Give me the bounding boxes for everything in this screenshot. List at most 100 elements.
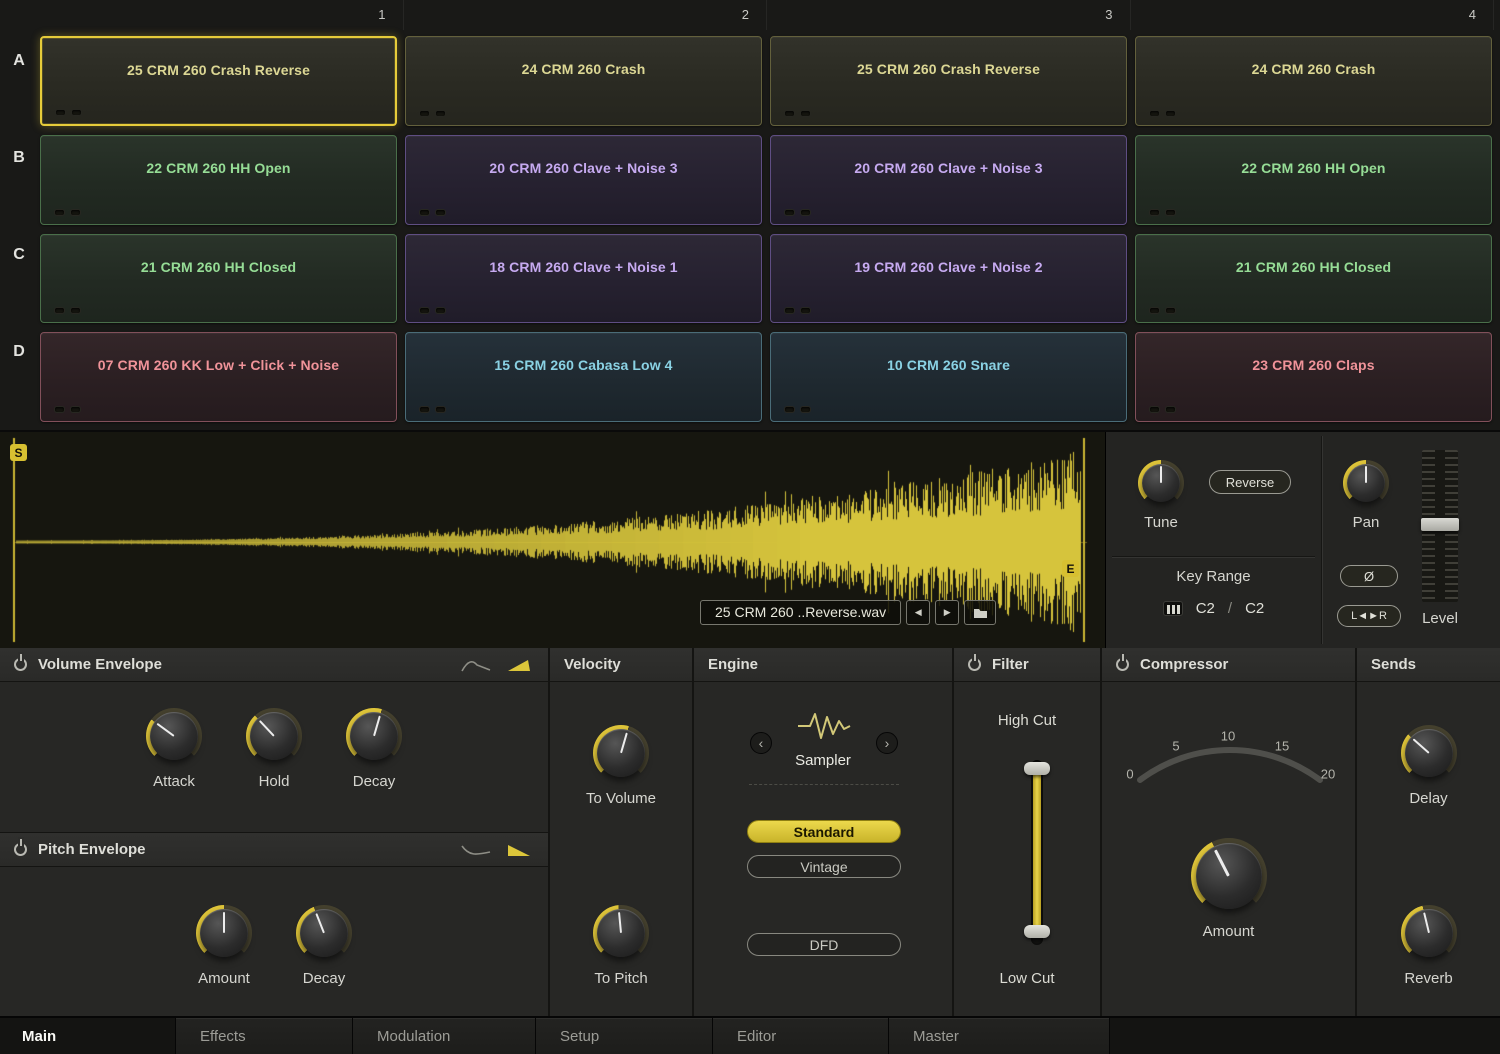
hold-knob[interactable] [246,708,302,764]
cell-leds [419,307,446,315]
cell-leds [419,208,446,216]
pad-cell-c4[interactable]: 21 CRM 260 HH Closed [1135,233,1492,324]
volume-envelope-body: Attack Hold Decay [0,682,548,831]
tab-modulation[interactable]: Modulation [352,1018,535,1054]
tab-master[interactable]: Master [888,1018,1110,1054]
delay-send-knob[interactable] [1400,725,1457,781]
to-pitch-knob[interactable] [593,905,649,961]
pad-cell-b4[interactable]: 22 CRM 260 HH Open [1135,134,1492,225]
engine-prev-button[interactable]: ‹ [750,732,772,754]
envelope-shape-ahd-icon[interactable] [460,657,492,673]
power-icon[interactable] [968,658,981,671]
envelope-shape-ramp-icon[interactable] [506,657,534,673]
high-cut-handle[interactable] [1024,762,1050,775]
pad-cell-a3[interactable]: 25 CRM 260 Crash Reverse [770,36,1127,126]
engine-mode-label[interactable]: Sampler [694,752,952,769]
pad-cell-b2[interactable]: 20 CRM 260 Clave + Noise 3 [405,134,762,225]
velocity-body: To Volume To Pitch [550,682,692,1015]
column-header-4: 4 [1131,0,1494,30]
cell-leds [784,307,811,315]
tab-editor[interactable]: Editor [712,1018,888,1054]
attack-knob[interactable] [146,708,202,764]
pan-knob[interactable] [1343,460,1389,506]
row-header-c: C [13,246,25,263]
pad-cell-label: 15 CRM 260 Cabasa Low 4 [494,357,673,374]
phase-invert-button[interactable]: Ø [1340,565,1398,587]
cell-leds [784,406,811,413]
pitch-amount-knob-unit: Amount [196,905,252,987]
power-icon[interactable] [1116,658,1129,671]
filter-body: High Cut Low Cut [954,682,1100,1015]
power-icon[interactable] [14,658,27,671]
pitch-amount-knob[interactable] [196,905,252,961]
key-range-low[interactable]: C2 [1196,600,1215,617]
pad-cell-label: 24 CRM 260 Crash [521,61,646,77]
pad-cell-d2[interactable]: 15 CRM 260 Cabasa Low 4 [405,332,762,422]
pad-cell-c1[interactable]: 21 CRM 260 HH Closed [40,233,397,324]
next-sample-button[interactable]: ▶ [935,600,960,625]
reverse-button[interactable]: Reverse [1209,470,1291,494]
low-cut-handle[interactable] [1024,925,1050,938]
sample-end-marker[interactable]: E [1062,560,1079,577]
reverb-send-knob[interactable] [1400,905,1457,961]
low-cut-label: Low Cut [999,970,1055,987]
cell-leds [1149,208,1176,216]
edit-panels: Volume Envelope Attack Hold Decay Pitch … [0,648,1500,1016]
pitch-decay-knob[interactable] [296,905,352,961]
pad-cell-d3[interactable]: 10 CRM 260 Snare [770,332,1127,422]
pad-cell-b1[interactable]: 22 CRM 260 HH Open [40,134,397,225]
envelope-shape-dip-icon[interactable] [460,842,492,858]
engine-body: ‹ › Sampler Standard Vintage DFD [694,682,952,1015]
pitch-amount-label: Amount [198,970,250,987]
sends-header: Sends [1357,648,1500,682]
engine-dfd-button[interactable]: DFD [747,933,901,956]
stereo-swap-button[interactable]: L◄►R [1337,605,1401,627]
cell-leds [54,406,81,413]
envelope-shape-fall-icon[interactable] [506,842,534,858]
pad-cell-label: 23 CRM 260 Claps [1252,357,1375,374]
pad-cell-c3[interactable]: 19 CRM 260 Clave + Noise 2 [770,233,1127,324]
tab-main[interactable]: Main [0,1018,175,1054]
decay-knob[interactable] [346,708,402,764]
to-volume-knob[interactable] [593,725,649,781]
pad-cell-a2[interactable]: 24 CRM 260 Crash [405,36,762,126]
folder-icon [973,608,987,618]
compressor-amount-knob[interactable] [1190,838,1267,914]
pad-cell-a1[interactable]: 25 CRM 260 Crash Reverse [40,36,397,126]
filter-title: Filter [992,656,1029,673]
cell-leds [419,109,446,117]
power-icon[interactable] [14,843,27,856]
engine-standard-button[interactable]: Standard [747,820,901,843]
tab-effects[interactable]: Effects [175,1018,352,1054]
level-label: Level [1422,610,1458,627]
previous-sample-button[interactable]: ◀ [906,600,931,625]
pad-cell-label: 22 CRM 260 HH Open [146,159,291,176]
sends-title: Sends [1371,656,1417,673]
tab-setup[interactable]: Setup [535,1018,712,1054]
engine-vintage-button[interactable]: Vintage [747,855,901,878]
pad-cell-b3[interactable]: 20 CRM 260 Clave + Noise 3 [770,134,1127,225]
decay-knob-unit: Decay [346,708,402,790]
sample-start-marker[interactable]: S [10,444,27,461]
pitch-envelope-section: Pitch Envelope Amount Decay [0,832,548,1016]
sampler-waveform-icon [798,713,851,739]
pad-cell-c2[interactable]: 18 CRM 260 Clave + Noise 1 [405,233,762,324]
engine-next-button[interactable]: › [876,732,898,754]
waveform-section: S E 25 CRM 260 ..Reverse.wav ◀ ▶ Tune Re… [0,430,1500,648]
compressor-body: 0 5 10 15 20 Amount [1102,682,1355,1015]
pitch-decay-knob-unit: Decay [296,905,352,987]
tune-knob[interactable] [1138,460,1184,506]
drum-sampler-app: 1 2 3 4 A B C D 25 CRM 260 Crash Reverse… [0,0,1500,1054]
engine-title: Engine [708,656,759,673]
column-headers: 1 2 3 4 [40,0,1494,30]
pad-cell-d1[interactable]: 07 CRM 260 KK Low + Click + Noise [40,332,397,422]
sample-file-name[interactable]: 25 CRM 260 ..Reverse.wav [700,600,902,625]
pad-cell-d4[interactable]: 23 CRM 260 Claps [1135,332,1492,422]
pad-cell-label: 20 CRM 260 Clave + Noise 3 [854,159,1043,176]
volume-envelope-title: Volume Envelope [38,656,162,673]
browse-folder-button[interactable] [964,600,997,625]
level-fader[interactable] [1421,450,1459,602]
key-range-high[interactable]: C2 [1245,600,1264,617]
pad-cell-a4[interactable]: 24 CRM 260 Crash [1135,36,1492,126]
level-fader-handle[interactable] [1421,518,1459,531]
